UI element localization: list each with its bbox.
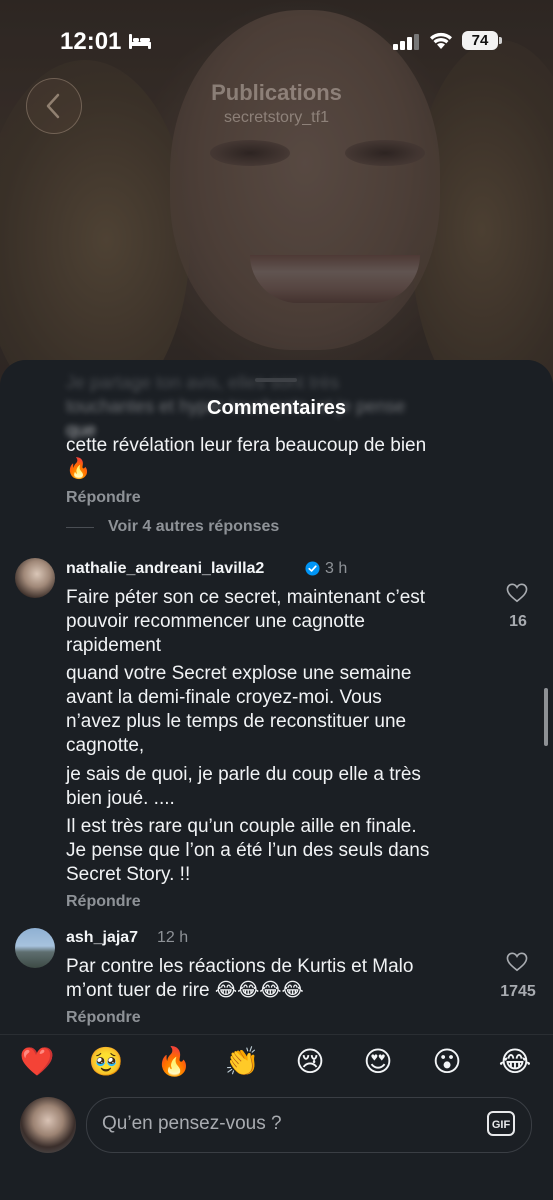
status-time: 12:01: [60, 28, 122, 55]
emoji-reaction-bar: ❤️ 🥹 🔥 👏 😢 😍 😮 😂: [0, 1044, 553, 1084]
comment-text-line: cagnotte,: [66, 735, 145, 756]
comment-text-line: Secret Story. !!: [66, 864, 191, 885]
gif-button[interactable]: GIF: [487, 1111, 515, 1136]
like-count: 1745: [500, 983, 536, 1000]
comment-text-line: quand votre Secret explose une semaine: [66, 663, 412, 684]
comment-username[interactable]: nathalie_andreani_lavilla2: [66, 560, 264, 578]
wifi-icon: [430, 32, 452, 49]
comment-text-line: Par contre les réactions de Kurtis et Ma…: [66, 956, 414, 977]
emoji-laughing-button[interactable]: 😂: [495, 1044, 535, 1080]
comment-text-line: avant la demi-finale croyez-moi. Vous: [66, 687, 382, 708]
comment-input-placeholder: Qu’en pensez-vous ?: [102, 1113, 282, 1134]
emoji-heart-eyes-button[interactable]: 😍: [358, 1044, 398, 1080]
like-heart-icon[interactable]: [506, 952, 528, 972]
comment-username[interactable]: ash_jaja7: [66, 929, 138, 947]
sleep-focus-icon: [129, 34, 151, 49]
sheet-title: Commentaires: [207, 397, 346, 419]
comment-text-line: Je pense que l’on a été l’un des seuls d…: [66, 840, 430, 861]
replies-divider: [66, 527, 94, 528]
cellular-signal-icon: [393, 34, 419, 50]
emoji-surprised-button[interactable]: 😮: [427, 1044, 467, 1080]
emoji-crying-button[interactable]: 😢: [290, 1044, 330, 1080]
like-heart-icon[interactable]: [506, 583, 528, 603]
reply-button[interactable]: Répondre: [66, 893, 141, 911]
scrollbar[interactable]: [544, 688, 548, 746]
emoji-pleading-button[interactable]: 🥹: [86, 1044, 126, 1080]
battery-icon: [499, 37, 502, 44]
fire-emoji: 🔥: [66, 458, 91, 480]
verified-badge-icon: [305, 561, 320, 576]
page-title: Publications: [211, 80, 342, 105]
comment-timestamp: 3 h: [325, 560, 348, 577]
comment-timestamp: 12 h: [157, 929, 189, 946]
comment-text-line: n’avez plus le temps de reconstituer une: [66, 711, 407, 732]
status-bar: 12:01 74: [0, 0, 553, 80]
comment-text-line: Il est très rare qu’un couple aille en f…: [66, 816, 417, 837]
comment-text-line: rapidement: [66, 635, 162, 656]
avatar[interactable]: [15, 558, 55, 598]
reply-button[interactable]: Répondre: [66, 1009, 141, 1027]
like-count: 16: [509, 613, 527, 630]
comment-text-line: cette révélation leur fera beaucoup de b…: [66, 435, 427, 456]
current-user-avatar: [20, 1097, 76, 1153]
page-subtitle: secretstory_tf1: [224, 109, 329, 126]
reply-button[interactable]: Répondre: [66, 489, 141, 507]
view-more-replies-button[interactable]: Voir 4 autres réponses: [108, 518, 279, 536]
comment-text-line: je sais de quoi, je parle du coup elle a…: [66, 764, 421, 785]
comment-text-line: pouvoir recommencer une cagnotte: [66, 611, 365, 632]
comment-text-line: bien joué. ....: [66, 788, 175, 809]
battery-level: 74: [462, 31, 498, 50]
avatar[interactable]: [15, 928, 55, 968]
emoji-fire-button[interactable]: 🔥: [154, 1044, 194, 1080]
emoji-clap-button[interactable]: 👏: [222, 1044, 262, 1080]
divider: [0, 1034, 553, 1035]
comment-text-line: Faire péter son ce secret, maintenant c’…: [66, 587, 426, 608]
emoji-heart-button[interactable]: ❤️: [17, 1044, 57, 1080]
comment-text-line: m’ont tuer de rire 😂😂😂😂: [66, 980, 304, 1001]
